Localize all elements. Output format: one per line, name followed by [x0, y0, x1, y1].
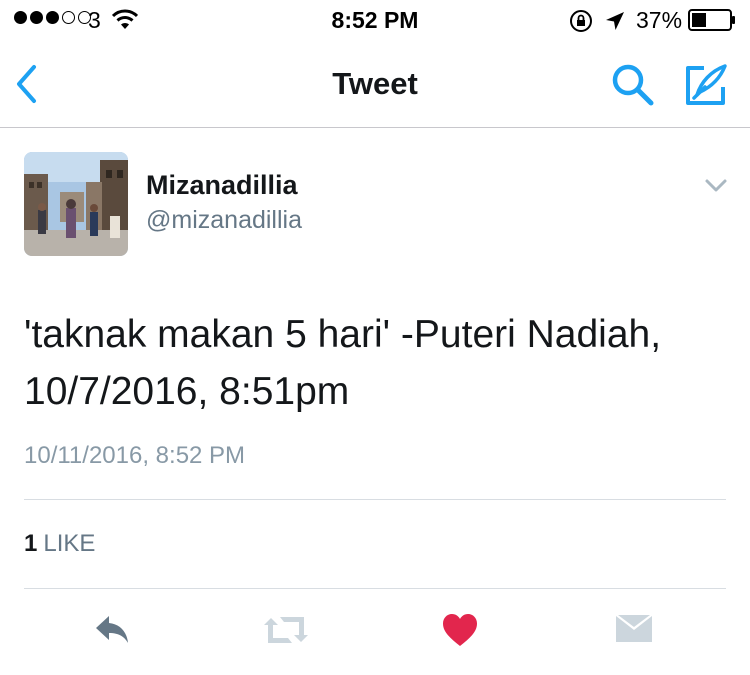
likes-count: 1 [24, 530, 38, 557]
tweet-timestamp: 10/11/2016, 8:52 PM [24, 442, 246, 469]
divider [24, 588, 726, 589]
location-arrow-icon [606, 12, 624, 30]
battery-percent: 37% [636, 7, 683, 33]
retweet-icon[interactable] [262, 612, 310, 648]
rotation-lock-icon [570, 10, 592, 32]
avatar[interactable] [24, 152, 128, 256]
user-handle[interactable]: @mizanadillia [146, 206, 302, 235]
likes-label: LIKE [43, 530, 96, 557]
battery-icon [688, 9, 735, 31]
navigation-bar: Tweet [0, 40, 750, 128]
tweet-text: 'taknak makan 5 hari' -Puteri Nadiah, 10… [24, 313, 662, 413]
divider [24, 499, 726, 500]
likes-stats[interactable]: 1 LIKE [24, 530, 95, 558]
direct-message-icon[interactable] [614, 612, 654, 648]
search-icon[interactable] [610, 62, 656, 108]
chevron-down-icon[interactable] [704, 178, 728, 194]
status-bar: 3 8:52 PM 37% [0, 0, 750, 40]
display-name[interactable]: Mizanadillia [146, 170, 298, 201]
avatar-photo [24, 152, 128, 256]
compose-icon[interactable] [683, 62, 729, 108]
reply-icon[interactable] [93, 612, 133, 648]
like-icon[interactable] [441, 612, 479, 648]
